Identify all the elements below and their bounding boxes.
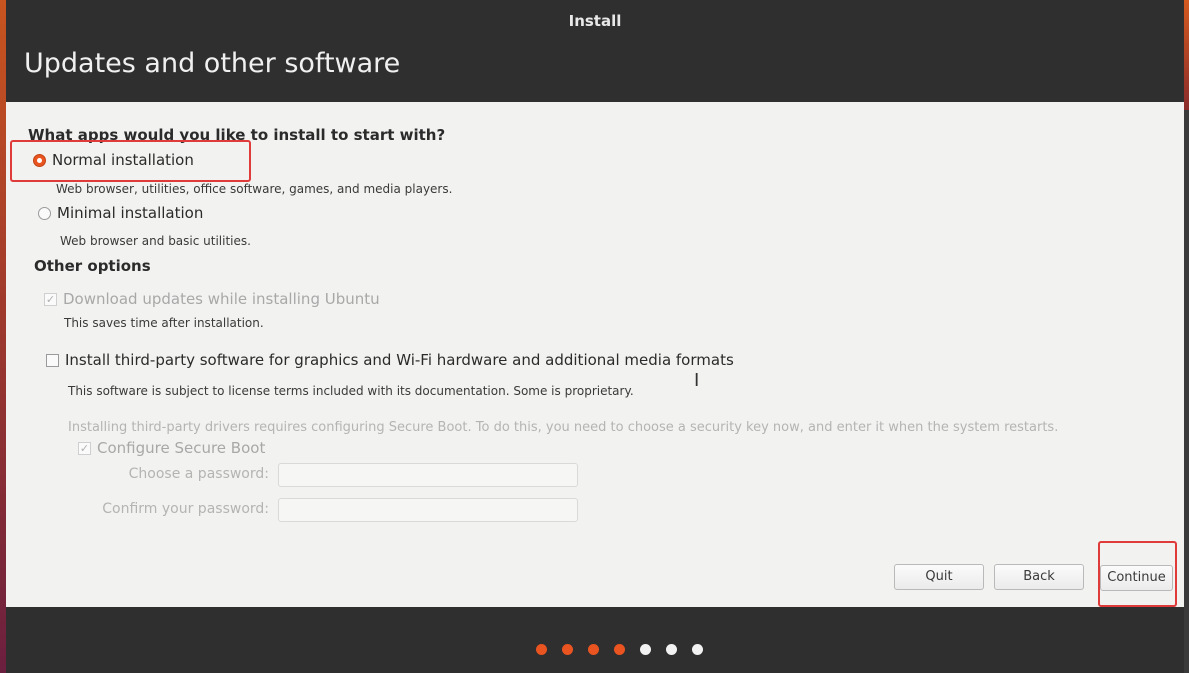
normal-installation-label[interactable]: Normal installation [52,151,194,169]
download-updates-description: This saves time after installation. [64,316,264,330]
radio-selected-icon[interactable] [33,153,46,167]
minimal-installation-label[interactable]: Minimal installation [57,204,203,222]
progress-dot [640,644,651,655]
progress-dot [588,644,599,655]
progress-dot [536,644,547,655]
normal-installation-radio[interactable]: Normal installation [33,151,194,169]
third-party-description: This software is subject to license term… [68,384,634,398]
progress-dot [614,644,625,655]
back-button[interactable]: Back [994,564,1084,590]
quit-button[interactable]: Quit [894,564,984,590]
radio-unselected-icon[interactable] [38,206,51,220]
normal-installation-description: Web browser, utilities, office software,… [56,182,453,196]
text-cursor-icon: I [694,370,700,391]
third-party-checkbox[interactable]: Install third-party software for graphic… [46,351,734,369]
password-label: Choose a password: [128,466,269,482]
download-updates-label[interactable]: Download updates while installing Ubuntu [63,290,380,308]
apps-section-heading: What apps would you like to install to s… [28,126,446,144]
checkbox-empty-icon[interactable] [46,353,59,367]
third-party-label[interactable]: Install third-party software for graphic… [65,351,734,369]
password-field[interactable] [278,463,578,487]
checkmark-icon[interactable]: ✓ [44,292,57,306]
secure-boot-note: Installing third-party drivers requires … [68,420,1059,435]
progress-dot [562,644,573,655]
progress-dots [536,644,703,655]
minimal-installation-description: Web browser and basic utilities. [60,234,251,248]
continue-button[interactable]: Continue [1100,565,1173,591]
configure-secure-boot-radio[interactable]: ✓ Configure Secure Boot [78,439,265,457]
page-title: Updates and other software [24,48,401,79]
minimal-installation-radio[interactable]: Minimal installation [38,204,203,222]
progress-dot [692,644,703,655]
download-updates-checkbox[interactable]: ✓ Download updates while installing Ubun… [44,290,380,308]
confirm-password-field[interactable] [278,498,578,522]
checkmark-icon[interactable]: ✓ [78,441,91,455]
configure-secure-boot-label[interactable]: Configure Secure Boot [97,439,265,457]
content-panel: What apps would you like to install to s… [6,102,1184,607]
window-title: Install [568,12,622,30]
installer-window: Install Updates and other software What … [6,0,1184,673]
other-options-heading: Other options [34,257,151,275]
window-titlebar[interactable]: Install [6,0,1184,44]
progress-dot [666,644,677,655]
confirm-password-label: Confirm your password: [102,501,269,517]
